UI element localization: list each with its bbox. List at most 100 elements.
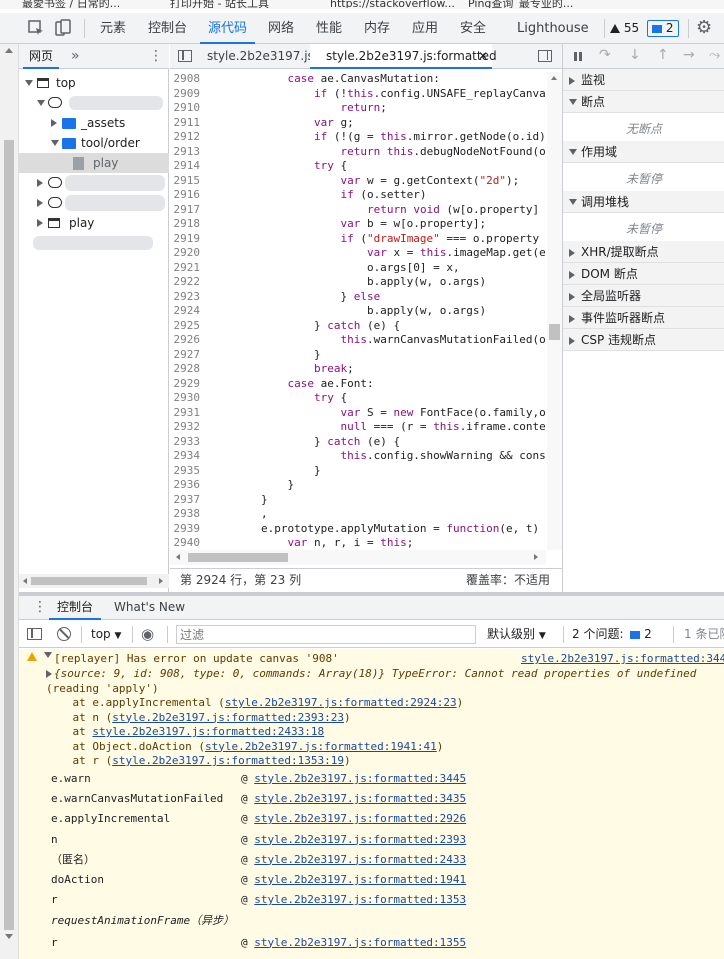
code-line[interactable]: 2926 this.warnCanvasMutationFailed(o, o bbox=[170, 333, 547, 348]
step-icon[interactable]: → bbox=[683, 47, 695, 63]
filter-input[interactable] bbox=[176, 625, 476, 644]
trace-link[interactable]: style.2b2e3197.js:formatted:3435 bbox=[254, 792, 466, 805]
code-line[interactable]: 2918 var b = w[o.property]; bbox=[170, 217, 546, 232]
line-number[interactable]: 2937 bbox=[170, 493, 208, 508]
tree-item-domain-4[interactable] bbox=[19, 233, 169, 253]
trace-link[interactable]: style.2b2e3197.js:formatted:2393 bbox=[254, 833, 466, 846]
scroll-right-icon[interactable] bbox=[534, 554, 538, 560]
inspect-icon[interactable] bbox=[28, 20, 44, 39]
tree-item-top[interactable]: top bbox=[19, 73, 169, 93]
scroll-thumb[interactable] bbox=[4, 140, 14, 930]
line-number[interactable]: 2928 bbox=[170, 362, 208, 377]
editor-tab-formatted[interactable]: style.2b2e3197.js:formatted ✕ bbox=[310, 44, 497, 69]
stack-frame-link[interactable]: style.2b2e3197.js:formatted:1353:19 bbox=[112, 754, 344, 767]
tab-security[interactable]: 安全 bbox=[460, 13, 486, 44]
gear-icon[interactable]: ⚙ bbox=[696, 17, 712, 38]
scroll-up-icon[interactable] bbox=[551, 76, 557, 80]
clear-console-icon[interactable] bbox=[57, 627, 71, 641]
code-line[interactable]: 2937 } bbox=[170, 493, 546, 508]
section-scope[interactable]: 作用域 bbox=[563, 141, 724, 163]
collapse-icon[interactable] bbox=[46, 670, 52, 678]
code-line[interactable]: 2922 b.apply(w, o.args) bbox=[170, 275, 546, 290]
tab-network[interactable]: 网络 bbox=[268, 13, 294, 44]
tree-item-play-file[interactable]: play bbox=[19, 153, 169, 173]
stack-frame-link[interactable]: style.2b2e3197.js:formatted:2433:18 bbox=[92, 725, 324, 738]
section-csp-breakpoints[interactable]: CSP 违规断点 bbox=[563, 329, 724, 351]
line-number[interactable]: 2932 bbox=[170, 420, 208, 435]
pause-icon[interactable] bbox=[574, 52, 577, 61]
code-line[interactable]: 2940 var n, r, i = this; bbox=[170, 536, 546, 551]
line-number[interactable]: 2931 bbox=[170, 406, 208, 421]
eye-icon[interactable]: ◉ bbox=[141, 625, 154, 643]
line-number[interactable]: 2909 bbox=[170, 87, 208, 102]
line-number[interactable]: 2921 bbox=[170, 261, 208, 276]
line-number[interactable]: 2913 bbox=[170, 145, 208, 160]
code-line[interactable]: 2923 } else bbox=[170, 290, 546, 305]
code-line[interactable]: 2919 if ("drawImage" === o.property && bbox=[170, 232, 547, 247]
line-number[interactable]: 2914 bbox=[170, 159, 208, 174]
line-number[interactable]: 2926 bbox=[170, 333, 208, 348]
code-line[interactable]: 2916 if (o.setter) bbox=[170, 188, 546, 203]
code-line[interactable]: 2908 case ae.CanvasMutation: bbox=[170, 72, 546, 87]
code-line[interactable]: 2939 e.prototype.applyMutation = functio… bbox=[170, 522, 547, 537]
step-into-icon[interactable]: ↓ bbox=[629, 47, 641, 63]
trace-link[interactable]: style.2b2e3197.js:formatted:1355 bbox=[254, 936, 466, 949]
warning-source-link[interactable]: style.2b2e3197.js:formatted:3445 bbox=[521, 652, 724, 667]
stack-frame-link[interactable]: style.2b2e3197.js:formatted:2393:23 bbox=[112, 711, 344, 724]
scroll-thumb[interactable] bbox=[549, 324, 560, 340]
code-line[interactable]: 2936 } bbox=[170, 478, 546, 493]
navigator-hscroll[interactable] bbox=[19, 574, 169, 588]
line-number[interactable]: 2918 bbox=[170, 217, 208, 232]
line-number[interactable]: 2924 bbox=[170, 304, 208, 319]
bookmark-3[interactable]: https://stackoverflow... bbox=[330, 0, 455, 8]
code-line[interactable]: 2934 this.config.showWarning && console bbox=[170, 449, 547, 464]
line-number[interactable]: 2935 bbox=[170, 464, 208, 479]
section-watch[interactable]: 监视 bbox=[563, 69, 724, 91]
line-number[interactable]: 2927 bbox=[170, 348, 208, 363]
tab-sources[interactable]: 源代码 bbox=[199, 13, 256, 44]
scroll-left-icon[interactable] bbox=[23, 578, 27, 584]
line-number[interactable]: 2919 bbox=[170, 232, 208, 247]
step-over-icon[interactable]: ↷ bbox=[599, 47, 611, 63]
drawer-menu-icon[interactable]: ⋮ bbox=[33, 599, 47, 615]
scroll-down-icon[interactable] bbox=[5, 934, 13, 939]
section-call-stack[interactable]: 调用堆栈 bbox=[563, 191, 724, 213]
code-line[interactable]: 2933 } catch (e) { bbox=[170, 435, 546, 450]
code-vscroll[interactable] bbox=[547, 72, 562, 550]
code-line[interactable]: 2929 case ae.Font: bbox=[170, 377, 546, 392]
line-number[interactable]: 2938 bbox=[170, 507, 208, 522]
deactivate-breakpoints-icon[interactable]: ⤳ bbox=[709, 47, 720, 63]
warnings-counter[interactable]: 55 bbox=[610, 21, 639, 35]
issues-counter[interactable]: 2 bbox=[647, 20, 679, 37]
code-line[interactable]: 2928 break; bbox=[170, 362, 546, 377]
window-scrollbar[interactable] bbox=[0, 44, 19, 959]
tree-item-domain-2[interactable] bbox=[19, 173, 169, 193]
code-hscroll[interactable] bbox=[170, 550, 546, 565]
line-number[interactable]: 2923 bbox=[170, 290, 208, 305]
code-line[interactable]: 2931 var S = new FontFace(o.family,o.bu bbox=[170, 406, 547, 421]
bookmark-2[interactable]: 打印开始 - 站长工具 bbox=[170, 0, 269, 8]
stack-frame-link[interactable]: style.2b2e3197.js:formatted:1941:41 bbox=[205, 740, 437, 753]
line-number[interactable]: 2929 bbox=[170, 377, 208, 392]
line-number[interactable]: 2933 bbox=[170, 435, 208, 450]
stack-frame-link[interactable]: style.2b2e3197.js:formatted:2924:23 bbox=[225, 696, 457, 709]
more-tabs-icon[interactable]: » bbox=[71, 44, 80, 68]
scroll-thumb[interactable] bbox=[31, 577, 147, 585]
code-line[interactable]: 2938 , bbox=[170, 507, 546, 522]
line-number[interactable]: 2910 bbox=[170, 101, 208, 116]
line-number[interactable]: 2912 bbox=[170, 130, 208, 145]
line-number[interactable]: 2940 bbox=[170, 536, 208, 551]
section-xhr-breakpoints[interactable]: XHR/提取断点 bbox=[563, 241, 724, 263]
line-number[interactable]: 2930 bbox=[170, 391, 208, 406]
tab-console[interactable]: 控制台 bbox=[148, 13, 187, 44]
trace-link[interactable]: style.2b2e3197.js:formatted:3445 bbox=[254, 772, 466, 785]
tab-memory[interactable]: 内存 bbox=[364, 13, 390, 44]
code-lines[interactable]: 2908 case ae.CanvasMutation: 2909 if (!th… bbox=[170, 72, 547, 551]
drawer-tab-console[interactable]: 控制台 bbox=[49, 596, 102, 620]
bookmark-1[interactable]: 最愛书签 / 日常的... bbox=[22, 0, 120, 8]
tab-elements[interactable]: 元素 bbox=[100, 13, 126, 44]
code-line[interactable]: 2930 try { bbox=[170, 391, 546, 406]
log-level-selector[interactable]: 默认级别 ▼ bbox=[487, 621, 546, 650]
code-line[interactable]: 2921 o.args[0] = x, bbox=[170, 261, 546, 276]
code-line[interactable]: 2935 } bbox=[170, 464, 546, 479]
